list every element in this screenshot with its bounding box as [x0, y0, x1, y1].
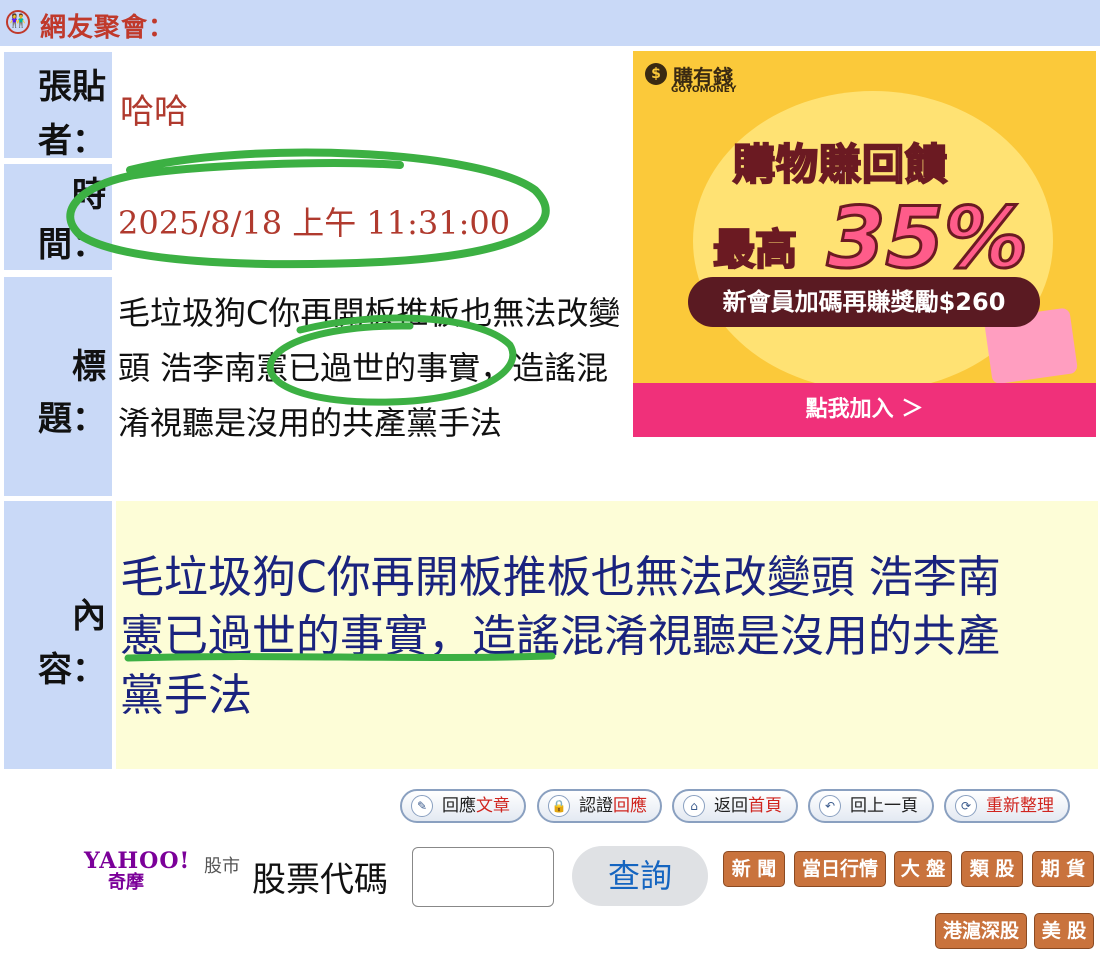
author-value: 哈哈: [120, 92, 188, 132]
ad-max-label: 最高: [712, 224, 798, 275]
sector-button[interactable]: 類 股: [961, 851, 1023, 887]
query-button[interactable]: 查詢: [572, 846, 708, 906]
content-label: 內容：: [4, 501, 112, 769]
time-value: 2025/8/18 上午 11:31:00: [118, 204, 511, 242]
verified-reply-button[interactable]: 🔒 認證回應: [537, 789, 662, 823]
author-label: 張貼 者：: [4, 52, 112, 161]
ad-join-button[interactable]: 點我加入 ＞: [633, 383, 1096, 437]
daily-quotes-button[interactable]: 當日行情: [794, 851, 886, 887]
ad-headline: 購物賺回饋: [732, 139, 949, 190]
yahoo-logo-sub: 奇摩: [108, 872, 144, 893]
section-title: 網友聚會：: [40, 13, 176, 43]
home-icon: ⌂: [683, 795, 705, 817]
section-header: 👫 網友聚會：: [0, 0, 1100, 46]
people-icon: 👫: [6, 10, 30, 34]
ad-banner[interactable]: $ 購有錢 GOYOMONEY 購物賺回饋 最高 35% 新會員加碼再賺獎勵$2…: [633, 51, 1096, 437]
futures-button[interactable]: 期 貨: [1032, 851, 1094, 887]
hk-china-stocks-button[interactable]: 港滬深股: [935, 913, 1027, 949]
post-title: 毛垃圾狗C你再開板推板也無法改變頭 浩李南憲已過世的事實，造謠混淆視聽是沒用的共…: [118, 294, 621, 442]
stock-code-input[interactable]: [412, 847, 554, 907]
coin-icon: $: [645, 63, 667, 85]
news-button[interactable]: 新 聞: [723, 851, 785, 887]
ad-percent: 35%: [825, 188, 1029, 289]
reply-article-button[interactable]: ✎ 回應文章: [400, 789, 526, 823]
lock-icon: 🔒: [548, 795, 570, 817]
refresh-icon: ⟳: [955, 795, 977, 817]
reply-icon: ✎: [411, 795, 433, 817]
market-index-button[interactable]: 大 盤: [894, 851, 952, 887]
us-stocks-button[interactable]: 美 股: [1034, 913, 1094, 949]
refresh-button[interactable]: ⟳ 重新整理: [944, 789, 1070, 823]
previous-page-button[interactable]: ↶ 回上一頁: [808, 789, 934, 823]
stock-code-label: 股票代碼: [252, 860, 388, 900]
ad-bonus: 新會員加碼再賺獎勵$260: [688, 277, 1040, 327]
back-home-button[interactable]: ⌂ 返回首頁: [672, 789, 798, 823]
time-label: 時間：: [4, 164, 112, 270]
post-content: 毛垃圾狗C你再開板推板也無法改變頭 浩李南憲已過世的事實，造謠混淆視聽是沒用的共…: [120, 552, 1001, 721]
stock-market-label: 股市: [204, 856, 240, 877]
back-arrow-icon: ↶: [819, 795, 841, 817]
title-label: 標題：: [4, 277, 112, 496]
ad-brand-en: GOYOMONEY: [671, 85, 737, 95]
